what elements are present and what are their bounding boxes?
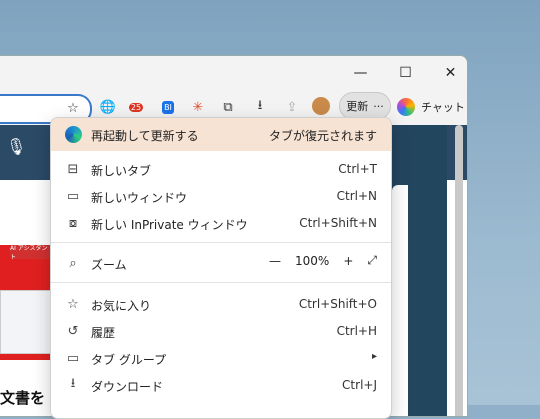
zoom-in-button[interactable]: +	[343, 254, 353, 268]
menu-label: ダウンロード	[91, 380, 164, 394]
copilot-icon	[397, 98, 415, 116]
menu-shortcut: Ctrl+H	[336, 324, 377, 338]
favorite-star-icon[interactable]: ☆	[63, 98, 83, 118]
restart-update-banner[interactable]: 再起動して更新する タブが復元されます	[51, 118, 391, 151]
menu-item-new-window[interactable]: ▭ 新しいウィンドウ Ctrl+N	[51, 183, 391, 210]
menu-label: 新しいタブ	[91, 164, 152, 178]
zoom-controls: — 100% + ⤢	[269, 253, 377, 268]
settings-menu: 再起動して更新する タブが復元されます ⊟ 新しいタブ Ctrl+T ▭ 新しい…	[50, 117, 392, 419]
new-window-icon: ▭	[66, 188, 80, 204]
menu-item-downloads[interactable]: ⭳ ダウンロード Ctrl+J	[51, 372, 391, 399]
menu-label: 新しい InPrivate ウィンドウ	[91, 218, 248, 232]
page-card-edge	[392, 185, 408, 416]
restart-label: 再起動して更新する	[91, 129, 199, 143]
zoom-value: 100%	[295, 253, 330, 268]
extension-badge-icon[interactable]: 25	[126, 97, 146, 117]
menu-label: 新しいウィンドウ	[91, 191, 188, 205]
zoom-out-button[interactable]: —	[269, 254, 281, 268]
menu-separator	[51, 282, 391, 283]
bi-label: BI	[162, 100, 174, 114]
menu-item-history[interactable]: ↺ 履歴 Ctrl+H	[51, 318, 391, 345]
maximize-button[interactable]: ☐	[383, 56, 428, 89]
menu-shortcut: Ctrl+J	[342, 378, 377, 392]
new-tab-icon: ⊟	[67, 161, 79, 177]
history-icon: ↺	[67, 323, 79, 339]
download-icon[interactable]: ⭳	[250, 97, 270, 117]
menu-item-inprivate[interactable]: ⧇ 新しい InPrivate ウィンドウ Ctrl+Shift+N	[51, 210, 391, 237]
close-button[interactable]: ✕	[428, 56, 467, 89]
fullscreen-icon[interactable]: ⤢	[367, 253, 377, 268]
menu-shortcut: Ctrl+T	[338, 162, 377, 176]
menu-shortcut: Ctrl+Shift+O	[298, 297, 377, 311]
microphone-icon[interactable]: 🎙	[6, 137, 26, 156]
update-button[interactable]: 更新 ···	[339, 92, 391, 120]
inprivate-icon: ⧇	[68, 215, 78, 231]
badge-count: 25	[128, 102, 144, 112]
favorites-star-icon: ☆	[67, 296, 79, 312]
share-icon[interactable]: ⇪	[282, 97, 302, 117]
extensions-puzzle-icon[interactable]: ⧉	[218, 97, 238, 117]
profile-avatar[interactable]	[312, 97, 330, 115]
menu-item-new-tab[interactable]: ⊟ 新しいタブ Ctrl+T	[51, 156, 391, 183]
globe-icon[interactable]: 🌐	[98, 97, 118, 117]
restore-note: タブが復元されます	[268, 129, 377, 143]
chat-label: チャット	[421, 101, 465, 114]
bi-extension-icon[interactable]: BI	[158, 97, 178, 117]
scrollbar[interactable]	[455, 125, 463, 416]
tab-groups-icon: ▭	[66, 350, 80, 366]
edge-logo-icon	[65, 126, 82, 143]
menu-shortcut: Ctrl+N	[336, 189, 377, 203]
update-label: 更新	[346, 100, 369, 113]
menu-label: 履歴	[91, 326, 116, 340]
menu-shortcut: Ctrl+Shift+N	[299, 216, 377, 230]
menu-label: ズーム	[91, 258, 127, 272]
menu-separator	[51, 242, 391, 243]
submenu-arrow-icon: ▸	[371, 351, 377, 362]
ai-assistant-badge: AI アシスタント	[10, 245, 52, 261]
menu-label: タブ グループ	[91, 353, 167, 367]
menu-item-zoom: ⌕ ズーム — 100% + ⤢	[51, 250, 391, 277]
page-preview-card	[0, 290, 52, 354]
more-dots-icon: ···	[373, 99, 384, 113]
copilot-chat-button[interactable]: チャット	[397, 94, 465, 120]
downloads-icon: ⭳	[70, 376, 76, 391]
menu-label: お気に入り	[91, 299, 152, 313]
sparkle-extension-icon[interactable]: ✳	[188, 97, 208, 117]
zoom-icon: ⌕	[69, 255, 77, 271]
menu-item-favorites[interactable]: ☆ お気に入り Ctrl+Shift+O	[51, 291, 391, 318]
menu-item-tab-groups[interactable]: ▭ タブ グループ ▸	[51, 345, 391, 372]
title-bar[interactable]: — ☐ ✕	[0, 56, 467, 89]
minimize-button[interactable]: —	[338, 56, 383, 89]
